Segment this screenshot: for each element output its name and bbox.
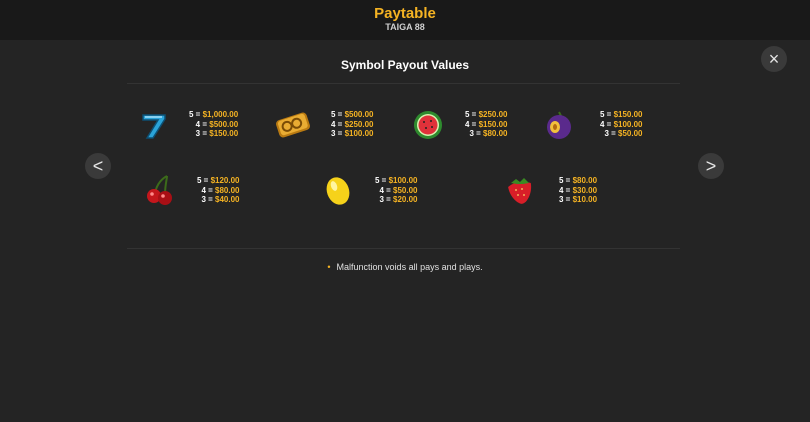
payout-row: 5 = $80.00 — [559, 176, 598, 185]
cherries-icon — [143, 173, 177, 207]
plum-icon — [542, 108, 576, 142]
payout-row: 5 = $1,000.00 — [189, 110, 239, 119]
payout-row: 4 = $50.00 — [379, 185, 418, 195]
payout-seven: 5 = $1,000.00 4 = $500.00 3 = $150.00 — [189, 110, 238, 139]
page-title: Paytable — [374, 5, 436, 22]
payout-row: 4 = $500.00 — [195, 119, 239, 129]
payout-row: 4 = $100.00 — [600, 119, 643, 129]
bottom-divider — [127, 248, 680, 249]
payout-strawberry: 5 = $80.00 4 = $30.00 3 = $10.00 — [559, 176, 597, 205]
payout-row: 3 = $10.00 — [559, 195, 598, 205]
payout-row: 4 = $80.00 — [201, 185, 240, 195]
payout-row: 4 = $250.00 — [331, 119, 374, 129]
payout-lemon: 5 = $100.00 4 = $50.00 3 = $20.00 — [375, 176, 418, 205]
strawberry-icon — [503, 173, 537, 207]
next-page-button[interactable]: > — [698, 153, 724, 179]
game-name: TAIGA 88 — [385, 22, 425, 32]
payout-row: 5 = $500.00 — [331, 110, 374, 119]
payout-row: 4 = $150.00 — [465, 119, 508, 129]
payout-row: 3 = $40.00 — [201, 195, 240, 205]
payout-row: 3 = $50.00 — [604, 129, 643, 139]
payout-row: 3 = $80.00 — [469, 129, 508, 139]
lemon-icon — [321, 173, 355, 207]
prev-page-button[interactable]: < — [85, 153, 111, 179]
chevron-left-icon: < — [92, 155, 104, 176]
payout-row: 3 = $20.00 — [379, 195, 418, 205]
gold-88-icon — [273, 106, 313, 144]
payout-watermelon: 5 = $250.00 4 = $150.00 3 = $80.00 — [465, 110, 508, 139]
top-divider — [127, 83, 680, 84]
section-title: Symbol Payout Values — [340, 58, 470, 72]
malfunction-note: • Malfunction voids all pays and plays. — [0, 262, 810, 272]
payout-row: 5 = $100.00 — [375, 176, 418, 185]
payout-row: 4 = $30.00 — [559, 185, 598, 195]
note-text: Malfunction voids all pays and plays. — [336, 262, 483, 272]
bullet-icon: • — [327, 262, 331, 272]
payout-row: 3 = $150.00 — [195, 129, 239, 139]
payout-row: 5 = $150.00 — [600, 110, 643, 119]
payout-gold-88: 5 = $500.00 4 = $250.00 3 = $100.00 — [331, 110, 374, 139]
chevron-right-icon: > — [705, 155, 717, 176]
seven-icon — [137, 108, 171, 142]
watermelon-icon — [411, 108, 445, 142]
payout-row: 5 = $250.00 — [465, 110, 508, 119]
payout-plum: 5 = $150.00 4 = $100.00 3 = $50.00 — [600, 110, 643, 139]
header: Paytable TAIGA 88 — [0, 0, 810, 40]
payout-cherries: 5 = $120.00 4 = $80.00 3 = $40.00 — [197, 176, 240, 205]
payout-row: 3 = $100.00 — [331, 129, 374, 139]
payout-row: 5 = $120.00 — [197, 176, 240, 185]
